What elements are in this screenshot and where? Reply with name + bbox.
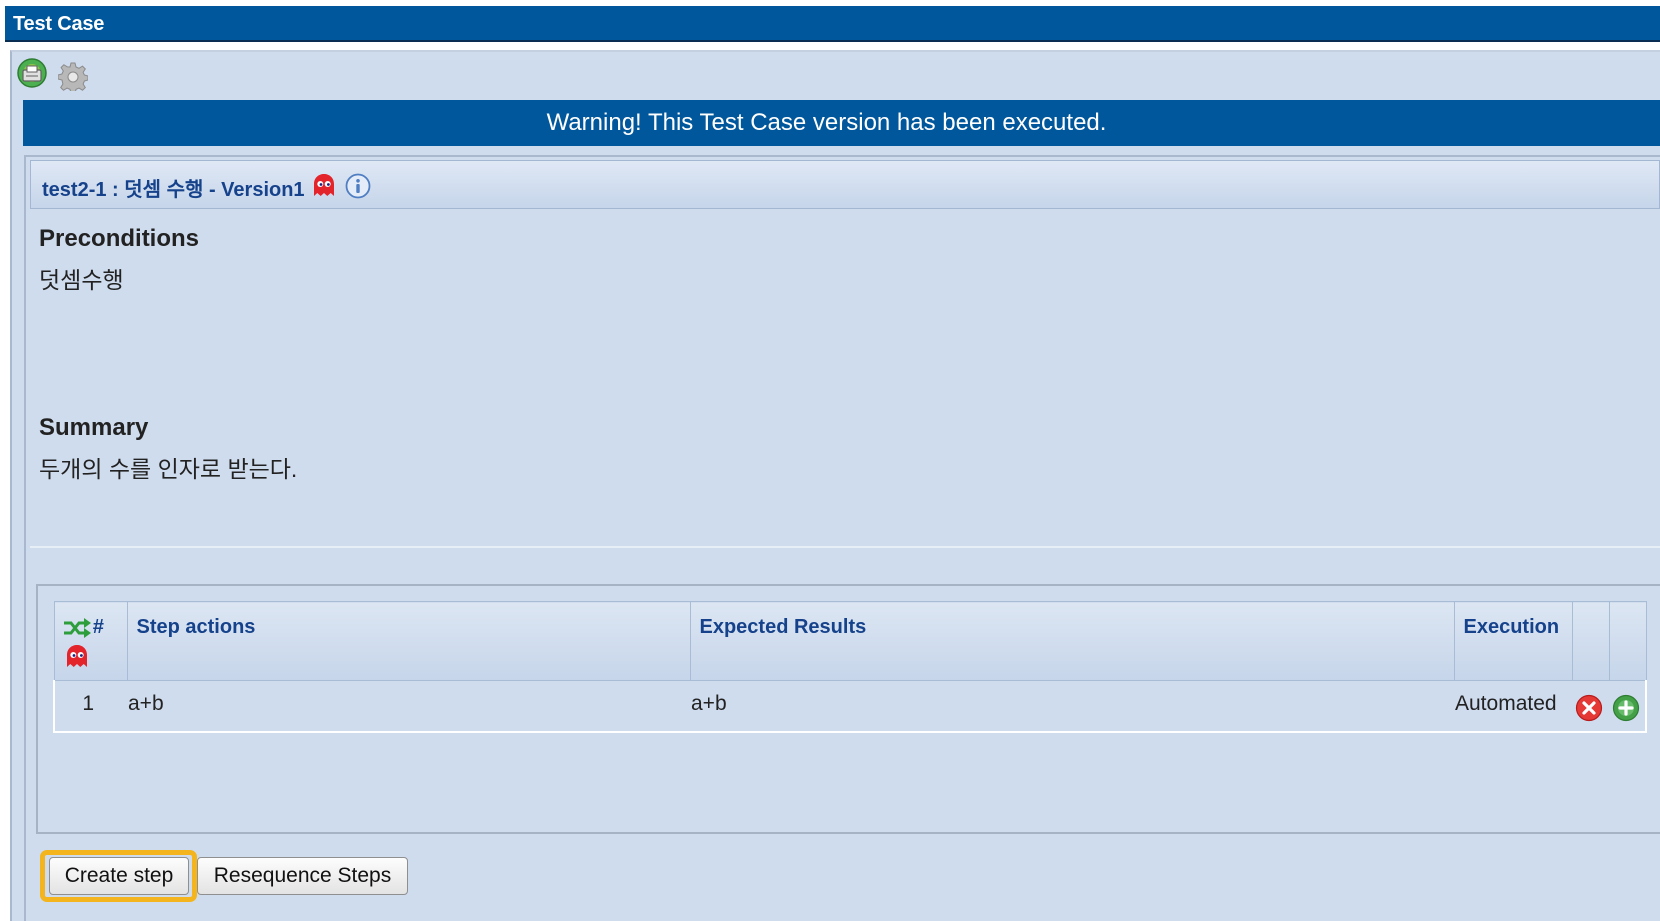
- column-header-expected-results: Expected Results: [689, 601, 1455, 681]
- step-expected-result[interactable]: a+b: [690, 680, 1454, 733]
- add-cell: [1609, 680, 1647, 733]
- info-icon[interactable]: [345, 173, 371, 199]
- steps-header-row: # Step actions Expected Results Executio…: [53, 601, 1647, 681]
- shuffle-icon[interactable]: [63, 617, 93, 639]
- column-header-step-actions: Step actions: [126, 601, 691, 681]
- window-title-bar: Test Case: [5, 6, 1660, 42]
- summary-heading: Summary: [39, 414, 149, 441]
- delete-cell: [1572, 680, 1609, 733]
- step-number: 1: [53, 680, 127, 733]
- ghost-icon[interactable]: [311, 172, 337, 198]
- test-case-header: test2-1 : 덧셈 수행 - Version1: [30, 160, 1660, 209]
- steps-table: # Step actions Expected Results Executio…: [53, 601, 1647, 733]
- add-step-icon[interactable]: [1612, 694, 1640, 722]
- gear-icon[interactable]: [58, 61, 88, 91]
- preconditions-heading: Preconditions: [39, 225, 200, 252]
- step-execution-type: Automated: [1454, 680, 1572, 733]
- column-header-number: #: [53, 601, 128, 681]
- column-header-delete: [1571, 601, 1610, 681]
- table-row[interactable]: 1 a+b a+b Automated: [53, 680, 1647, 733]
- create-step-button[interactable]: Create step: [49, 857, 189, 895]
- preconditions-text: 덧셈수행: [39, 267, 124, 293]
- window-title: Test Case: [13, 13, 105, 35]
- summary-text: 두개의 수를 인자로 받는다.: [39, 456, 298, 482]
- number-column-label: #: [92, 616, 104, 639]
- resequence-steps-button[interactable]: Resequence Steps: [197, 857, 408, 895]
- section-divider: [30, 546, 1660, 548]
- step-action[interactable]: a+b: [127, 680, 690, 733]
- column-header-add: [1608, 601, 1647, 681]
- column-header-execution: Execution: [1453, 601, 1573, 681]
- delete-step-icon[interactable]: [1575, 694, 1603, 722]
- ghost-icon[interactable]: [64, 643, 90, 669]
- export-icon[interactable]: [16, 57, 48, 89]
- executed-warning-banner: Warning! This Test Case version has been…: [23, 100, 1660, 146]
- test-case-title: test2-1 : 덧셈 수행 - Version1: [42, 179, 305, 201]
